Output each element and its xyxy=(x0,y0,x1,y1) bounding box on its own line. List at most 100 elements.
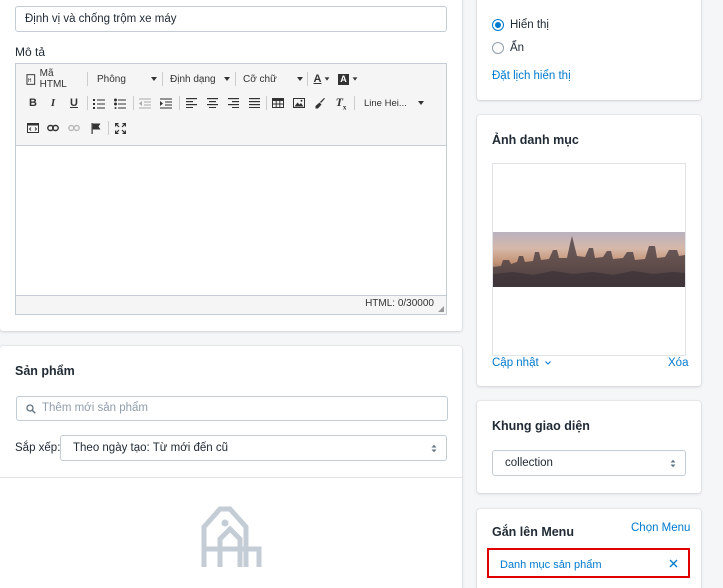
align-right-icon xyxy=(227,98,239,108)
chevron-down-icon xyxy=(544,361,551,365)
image-icon xyxy=(293,98,305,108)
visibility-option-show-label: Hiển thị xyxy=(510,19,549,31)
schedule-visibility-link[interactable]: Đặt lịch hiển thị xyxy=(492,70,571,82)
resize-handle-icon[interactable] xyxy=(438,306,444,312)
align-right-button[interactable] xyxy=(226,94,240,112)
line-height-label: Line Hei... xyxy=(364,97,407,109)
align-justify-icon xyxy=(248,98,260,108)
ordered-list-button[interactable] xyxy=(92,94,106,112)
format-painter-button[interactable] xyxy=(313,94,327,112)
chevron-down-icon xyxy=(224,77,230,81)
toolbar-divider xyxy=(87,96,88,110)
format-select[interactable]: Định dạng xyxy=(166,70,230,88)
menu-title: Gắn lên Menu xyxy=(492,525,574,539)
bold-button[interactable]: B xyxy=(26,94,40,112)
clear-format-icon: Tx xyxy=(335,94,347,112)
description-label: Mô tả xyxy=(15,45,46,59)
menu-item-row: Danh mục sản phẩm xyxy=(487,548,690,578)
background-color-button[interactable]: A xyxy=(337,70,359,88)
sort-value: Theo ngày tạo: Từ mới đến cũ xyxy=(73,442,229,454)
code-icon xyxy=(27,123,39,133)
table-button[interactable] xyxy=(271,94,285,112)
html-source-button[interactable]: H Mã HTML xyxy=(26,68,82,90)
anchor-button[interactable] xyxy=(89,119,103,137)
chevron-down-icon xyxy=(297,77,303,81)
sort-select[interactable]: Theo ngày tạo: Từ mới đến cũ xyxy=(60,435,447,461)
indent-button[interactable] xyxy=(159,94,173,112)
align-justify-button[interactable] xyxy=(247,94,261,112)
text-color-button[interactable]: A xyxy=(311,70,333,88)
image-button[interactable] xyxy=(292,94,306,112)
radio-unselected-icon xyxy=(492,42,504,54)
html-source-label: Mã HTML xyxy=(39,68,67,90)
table-icon xyxy=(272,98,284,108)
visibility-option-hide-label: Ẩn xyxy=(510,42,525,54)
visibility-option-show[interactable]: Hiển thị xyxy=(492,19,549,31)
template-value: collection xyxy=(505,457,553,469)
city-skyline-image xyxy=(493,232,685,287)
bold-icon: B xyxy=(29,97,37,109)
choose-menu-link[interactable]: Chọn Menu xyxy=(631,522,690,534)
product-search-placeholder: Thêm mới sản phẩm xyxy=(42,402,148,414)
toolbar-divider xyxy=(235,72,236,86)
clear-format-button[interactable]: Tx xyxy=(334,94,348,112)
update-image-label: Cập nhật xyxy=(492,357,539,369)
format-label: Định dạng xyxy=(170,73,216,85)
align-center-icon xyxy=(206,98,218,108)
close-icon[interactable] xyxy=(669,559,678,568)
fullscreen-button[interactable] xyxy=(113,119,127,137)
sort-label: Sắp xếp: xyxy=(15,442,61,454)
chevron-down-icon xyxy=(325,77,330,81)
toolbar-divider xyxy=(354,96,355,110)
category-name-value: Định vị và chống trộm xe máy xyxy=(25,13,177,25)
bullet-list-icon xyxy=(114,98,126,109)
align-left-button[interactable] xyxy=(184,94,198,112)
template-select[interactable]: collection xyxy=(492,450,686,476)
paint-brush-icon xyxy=(315,97,325,108)
toolbar-divider xyxy=(108,121,109,135)
font-size-label: Cỡ chữ xyxy=(243,73,277,85)
indent-icon xyxy=(160,98,172,108)
toolbar-divider xyxy=(179,96,180,110)
empty-products-tag-icon xyxy=(201,506,262,567)
background-color-icon: A xyxy=(338,73,349,85)
font-family-select[interactable]: Phông xyxy=(93,70,157,88)
toolbar-divider xyxy=(87,72,88,86)
align-left-icon xyxy=(185,98,197,108)
search-icon xyxy=(26,404,36,414)
font-size-select[interactable]: Cỡ chữ xyxy=(239,70,303,88)
outdent-button[interactable] xyxy=(138,94,152,112)
category-name-input[interactable]: Định vị và chống trộm xe máy xyxy=(15,6,447,32)
select-arrows-icon xyxy=(431,444,437,453)
html-file-icon: H xyxy=(26,73,36,85)
toolbar-divider xyxy=(307,72,308,86)
visibility-option-hide[interactable]: Ẩn xyxy=(492,42,524,54)
editor-content-area[interactable] xyxy=(16,145,446,296)
insert-link-button[interactable] xyxy=(46,119,60,137)
align-center-button[interactable] xyxy=(205,94,219,112)
flag-icon xyxy=(91,122,101,134)
delete-image-link[interactable]: Xóa xyxy=(668,357,688,369)
update-image-link[interactable]: Cập nhật xyxy=(492,357,551,369)
text-color-icon: A xyxy=(313,73,322,85)
italic-icon: I xyxy=(50,97,56,109)
ordered-list-icon xyxy=(93,98,105,109)
products-title: Sản phẩm xyxy=(15,364,75,378)
line-height-select[interactable]: Line Hei... xyxy=(358,94,424,112)
unlink-icon xyxy=(68,124,80,132)
select-arrows-icon xyxy=(670,459,676,468)
menu-item-link[interactable]: Danh mục sản phẩm xyxy=(500,559,602,571)
toolbar-divider xyxy=(162,72,163,86)
bullet-list-button[interactable] xyxy=(113,94,127,112)
category-image-title: Ảnh danh mục xyxy=(492,133,579,147)
outdent-icon xyxy=(139,98,151,108)
chevron-down-icon xyxy=(151,77,157,81)
category-image-frame[interactable] xyxy=(492,163,686,356)
underline-button[interactable]: U xyxy=(67,94,81,112)
template-card xyxy=(477,401,701,493)
product-search-input[interactable]: Thêm mới sản phẩm xyxy=(16,396,448,421)
code-view-button[interactable] xyxy=(26,119,40,137)
italic-button[interactable]: I xyxy=(46,94,60,112)
unlink-button[interactable] xyxy=(67,119,81,137)
link-icon xyxy=(47,124,59,132)
